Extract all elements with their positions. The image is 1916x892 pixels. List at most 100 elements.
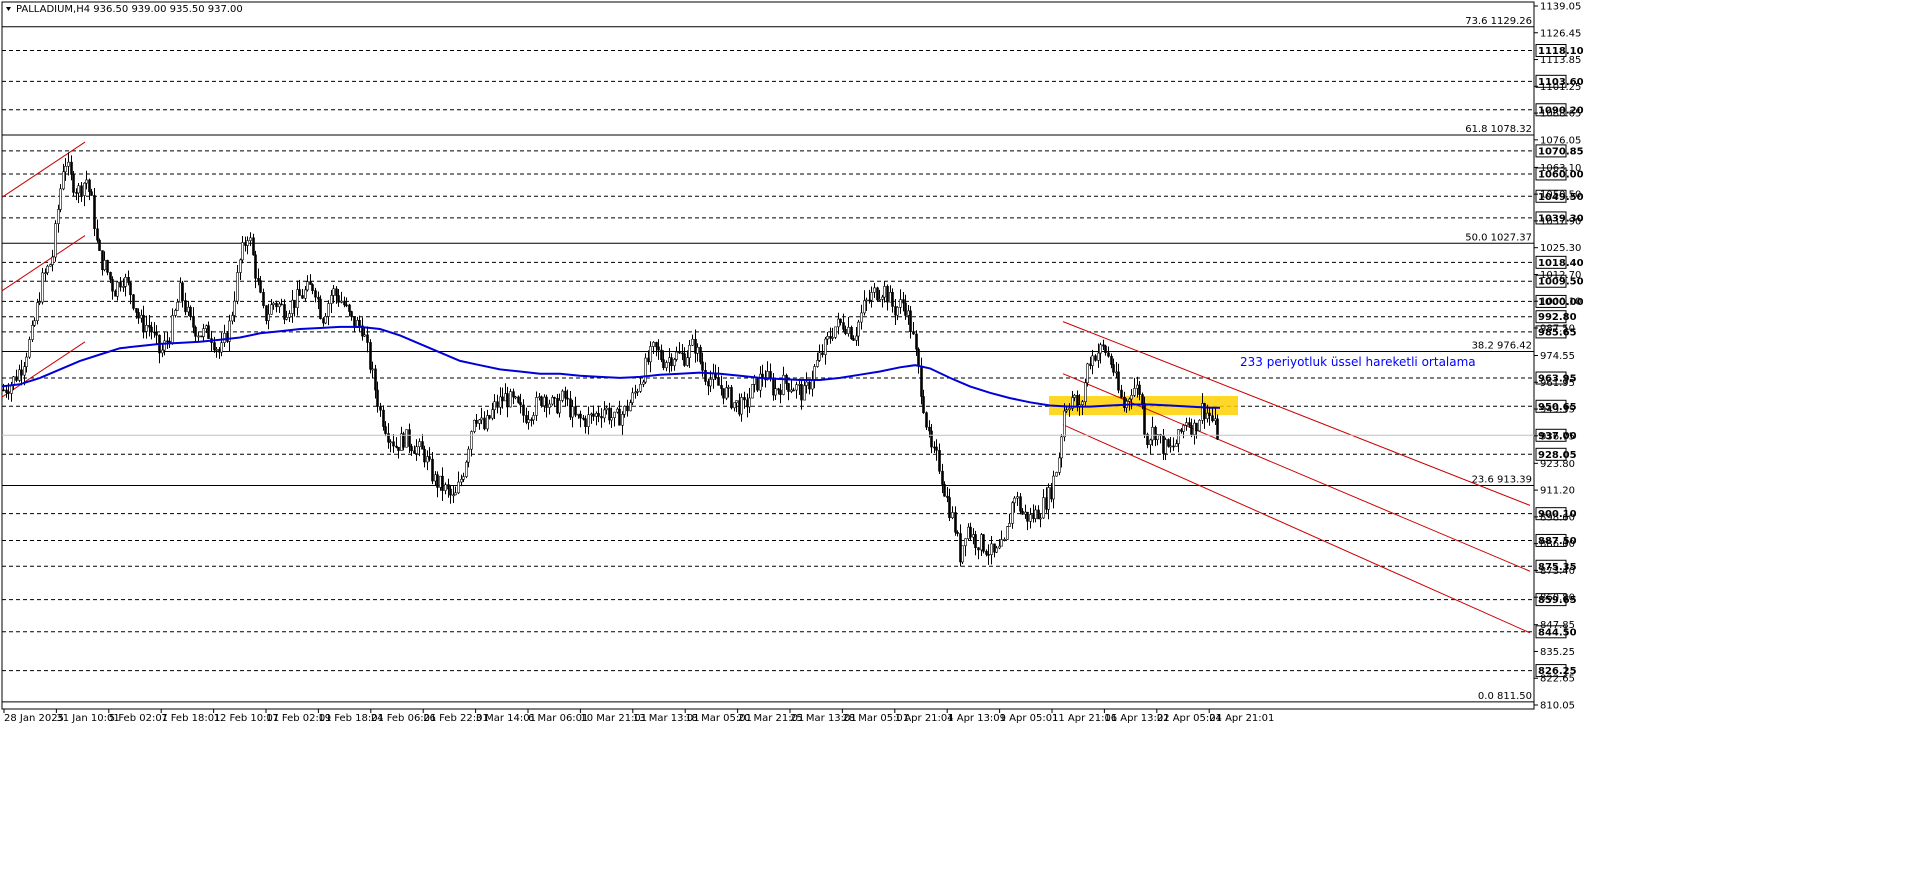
candle-body xyxy=(813,366,816,381)
candle-body xyxy=(990,543,993,555)
candle-body xyxy=(423,448,426,463)
candle-body xyxy=(748,397,751,408)
candle-body xyxy=(1000,539,1003,547)
candle-body xyxy=(527,419,530,423)
candle-body xyxy=(808,381,811,390)
candle-body xyxy=(67,161,70,167)
candle-body xyxy=(236,272,239,302)
candle-body xyxy=(1206,412,1209,419)
candle-body xyxy=(1073,394,1076,398)
candle-body xyxy=(335,288,338,296)
candle-body xyxy=(374,368,377,391)
candle-body xyxy=(231,315,234,322)
candle-body xyxy=(1063,410,1066,438)
candle-body xyxy=(184,300,187,313)
candle-body xyxy=(623,406,626,415)
candle-body xyxy=(579,413,582,419)
candle-body xyxy=(46,265,49,273)
candle-body xyxy=(863,300,866,314)
x-tick-label: 24 Apr 21:01 xyxy=(1209,713,1274,724)
candle-body xyxy=(98,239,101,251)
candle-body xyxy=(1081,401,1084,405)
y-tick-label: 987.50 xyxy=(1540,323,1575,334)
candle-body xyxy=(77,185,80,194)
candle-body xyxy=(1034,509,1037,519)
candle-body xyxy=(41,272,44,303)
candle-body xyxy=(1175,443,1178,447)
candle-body xyxy=(881,296,884,300)
candle-body xyxy=(20,369,23,376)
candle-body xyxy=(756,377,759,391)
candle-body xyxy=(1055,472,1058,477)
candle-body xyxy=(699,346,702,363)
candle-body xyxy=(876,287,879,301)
candle-body xyxy=(1006,526,1009,540)
candle-body xyxy=(62,171,65,190)
candle-body xyxy=(111,279,114,292)
candle-body xyxy=(246,240,249,246)
candle-body xyxy=(1169,445,1172,448)
candle-body xyxy=(740,397,743,415)
candle-body xyxy=(956,531,959,534)
candle-body xyxy=(1198,420,1201,432)
candle-body xyxy=(470,431,473,450)
candle-body xyxy=(194,326,197,337)
candle-body xyxy=(1094,355,1097,361)
candle-body xyxy=(345,304,348,307)
candle-body xyxy=(127,277,130,283)
candle-body xyxy=(574,406,577,416)
candle-body xyxy=(644,357,647,383)
candle-body xyxy=(553,397,556,399)
candle-body xyxy=(306,281,309,291)
candle-body xyxy=(1099,344,1102,354)
candle-body xyxy=(140,314,143,319)
level-price-label: 1070.85 xyxy=(1538,146,1584,157)
candle-body xyxy=(192,316,195,328)
candle-body xyxy=(974,534,977,548)
candle-body xyxy=(475,419,478,424)
level-price-label: 1018.40 xyxy=(1538,258,1584,269)
candle-body xyxy=(153,331,156,334)
candle-body xyxy=(340,300,343,303)
candle-body xyxy=(774,388,777,396)
candle-body xyxy=(36,302,39,322)
candle-body xyxy=(285,317,288,320)
candle-body xyxy=(1110,355,1113,365)
candle-body xyxy=(181,282,184,301)
candle-body xyxy=(85,179,88,184)
candle-body xyxy=(1208,412,1211,416)
candle-body xyxy=(891,292,894,307)
candle-body xyxy=(587,414,590,427)
y-tick-label: 822.65 xyxy=(1540,674,1575,685)
candle-body xyxy=(618,408,621,426)
candle-body xyxy=(896,307,899,316)
candle-body xyxy=(743,397,746,401)
candle-body xyxy=(239,259,242,273)
x-tick-label: 5 Feb 02:01 xyxy=(109,713,168,724)
candle-body xyxy=(691,338,694,346)
y-tick-label: 860.80 xyxy=(1540,593,1575,604)
candle-body xyxy=(917,348,920,367)
candle-body xyxy=(847,327,850,334)
candle-body xyxy=(922,396,925,414)
candle-body xyxy=(7,392,10,394)
candle-body xyxy=(852,338,855,341)
candle-body xyxy=(1190,425,1193,435)
candle-body xyxy=(457,481,460,494)
candle-body xyxy=(1185,422,1188,426)
candle-body xyxy=(961,545,964,563)
candle-body xyxy=(1120,389,1123,398)
candle-body xyxy=(1008,523,1011,527)
candle-body xyxy=(288,313,291,318)
y-tick-label: 1088.65 xyxy=(1540,109,1581,120)
candle-body xyxy=(150,326,153,333)
candle-body xyxy=(912,331,915,335)
candle-body xyxy=(93,195,96,230)
candle-body xyxy=(106,259,109,273)
candle-body xyxy=(1013,497,1016,504)
candle-body xyxy=(1019,496,1022,512)
candle-body xyxy=(935,446,938,451)
candle-body xyxy=(753,377,756,385)
candle-body xyxy=(532,415,535,421)
candle-body xyxy=(675,351,678,360)
